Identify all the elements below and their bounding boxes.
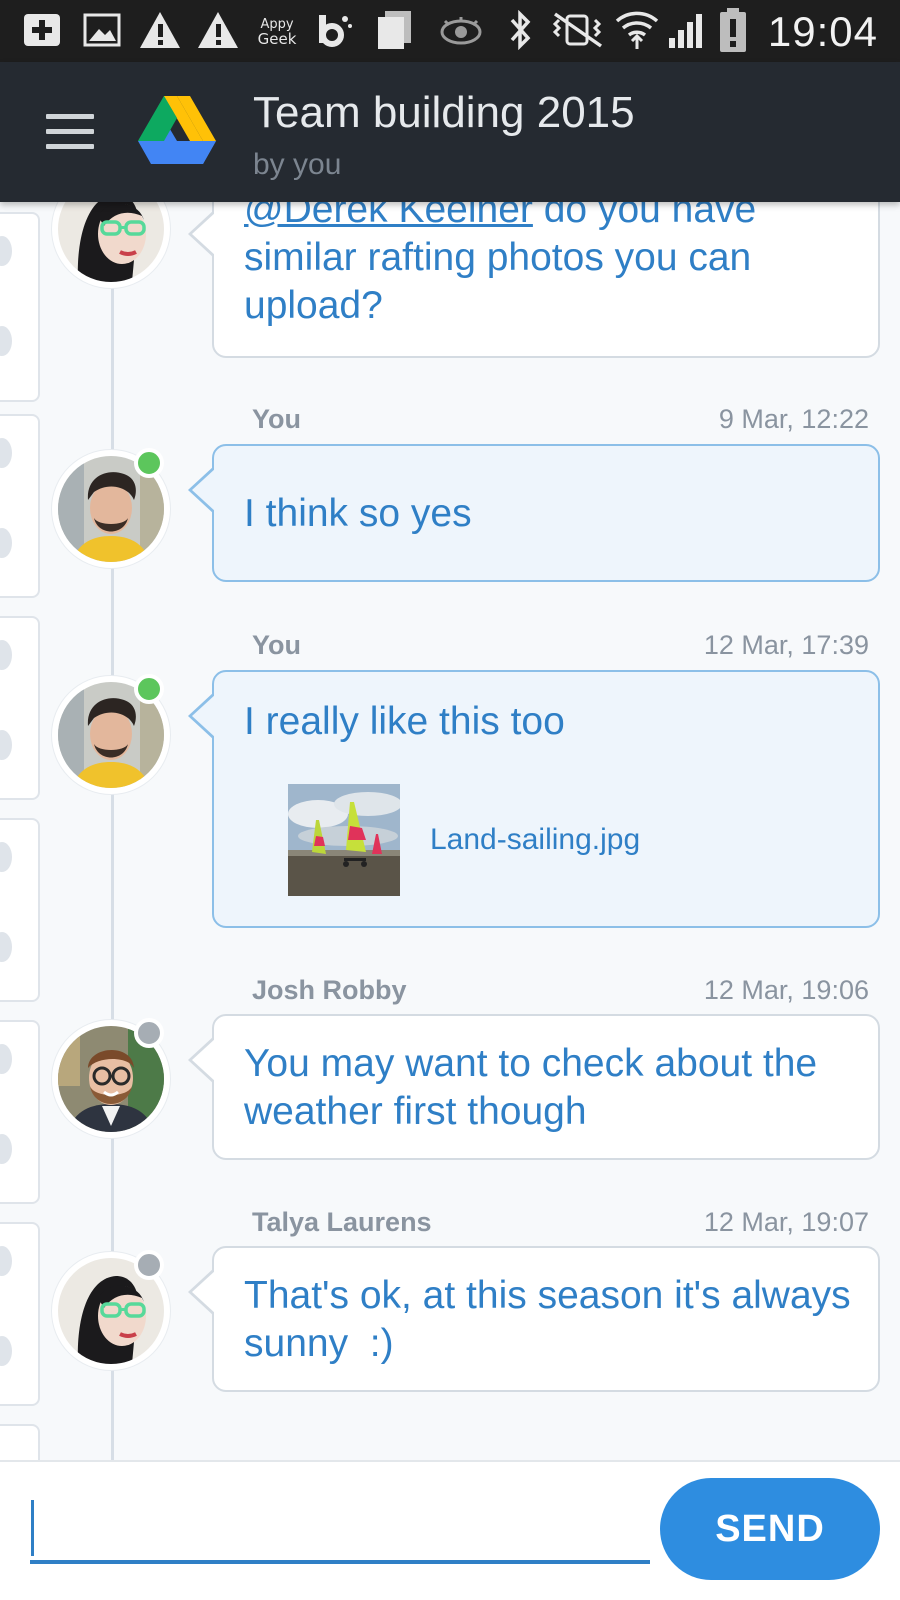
- message-composer: SEND: [0, 1460, 900, 1600]
- status-time: 19:04: [767, 8, 878, 55]
- wifi-icon: [614, 10, 660, 50]
- avatar[interactable]: [52, 1250, 170, 1370]
- online-status-indicator: [134, 448, 164, 478]
- avatar[interactable]: [52, 674, 170, 794]
- message-header: Josh Robby 12 Mar, 19:06: [252, 975, 869, 1006]
- message-timestamp: 12 Mar, 19:06: [703, 975, 869, 1005]
- message-bubble[interactable]: @Derek Keelner do you have similar rafti…: [188, 202, 880, 358]
- message-timestamp: 12 Mar, 19:07: [703, 1207, 869, 1237]
- page-title: Team building 2015: [253, 88, 635, 137]
- offline-status-indicator: [134, 1250, 164, 1280]
- message-header: Talya Laurens 12 Mar, 19:07: [252, 1207, 869, 1238]
- beats-icon: [314, 10, 354, 50]
- status-bar: Appy Geek 19:04: [0, 0, 900, 62]
- chat-thread[interactable]: @Derek Keelner do you have similar rafti…: [0, 202, 900, 1460]
- message-author: You: [252, 404, 301, 434]
- avatar[interactable]: [52, 1018, 170, 1138]
- message-text: You may want to check about the weather …: [244, 1042, 818, 1133]
- battery-alert-icon: [716, 8, 750, 52]
- message-bubble[interactable]: I really like this too Land-sailing.jpg: [188, 670, 880, 928]
- message-timestamp: 9 Mar, 12:22: [718, 404, 869, 434]
- talya-laurens-avatar: [58, 202, 164, 282]
- signal-icon: [664, 10, 710, 50]
- warning-icon: [136, 10, 184, 50]
- message-text: @Derek Keelner do you have similar rafti…: [244, 202, 848, 330]
- send-button[interactable]: SEND: [660, 1478, 880, 1580]
- hamburger-menu-icon[interactable]: [46, 114, 94, 150]
- attachment-file-name[interactable]: Land-sailing.jpg: [430, 816, 640, 864]
- text-cursor: [31, 1500, 34, 1556]
- message-text: I really like this too: [244, 700, 565, 743]
- image-notification-icon: [80, 10, 124, 50]
- app-bar: Team building 2015 by you: [0, 62, 900, 202]
- vibrate-icon: [548, 10, 608, 50]
- message-text: That's ok, at this season it's always su…: [244, 1274, 862, 1365]
- message-author: Talya Laurens: [252, 1207, 432, 1237]
- clipboard-icon: [372, 10, 416, 50]
- page-subtitle: by you: [253, 148, 342, 181]
- message-bubble[interactable]: You may want to check about the weather …: [188, 1014, 880, 1160]
- avatar[interactable]: [52, 202, 170, 288]
- file-attachment[interactable]: Land-sailing.jpg: [288, 784, 640, 896]
- svg-text:Geek: Geek: [258, 30, 297, 48]
- add-notification-icon: [20, 10, 64, 50]
- google-drive-logo: [138, 96, 216, 166]
- message-header: You 9 Mar, 12:22: [252, 404, 869, 435]
- side-card[interactable]: [0, 1424, 40, 1460]
- appy-geek-icon: Appy Geek: [254, 10, 300, 50]
- user-mention-link[interactable]: @Derek Keelner: [244, 202, 533, 231]
- collapsed-side-panel[interactable]: [0, 202, 42, 1460]
- bluetooth-icon: [502, 10, 538, 50]
- message-author: Josh Robby: [252, 975, 407, 1005]
- message-bubble[interactable]: That's ok, at this season it's always su…: [188, 1246, 880, 1392]
- message-input[interactable]: [30, 1492, 650, 1564]
- message-timestamp: 12 Mar, 17:39: [703, 630, 869, 660]
- avatar[interactable]: [52, 448, 170, 568]
- offline-status-indicator: [134, 1018, 164, 1048]
- warning-icon: [194, 10, 242, 50]
- online-status-indicator: [134, 674, 164, 704]
- message-bubble[interactable]: I think so yes: [188, 444, 880, 582]
- message-header: You 12 Mar, 17:39: [252, 630, 869, 661]
- message-author: You: [252, 630, 301, 660]
- attachment-thumbnail[interactable]: [288, 784, 400, 896]
- message-text: I think so yes: [244, 492, 472, 535]
- eye-icon: [438, 10, 484, 50]
